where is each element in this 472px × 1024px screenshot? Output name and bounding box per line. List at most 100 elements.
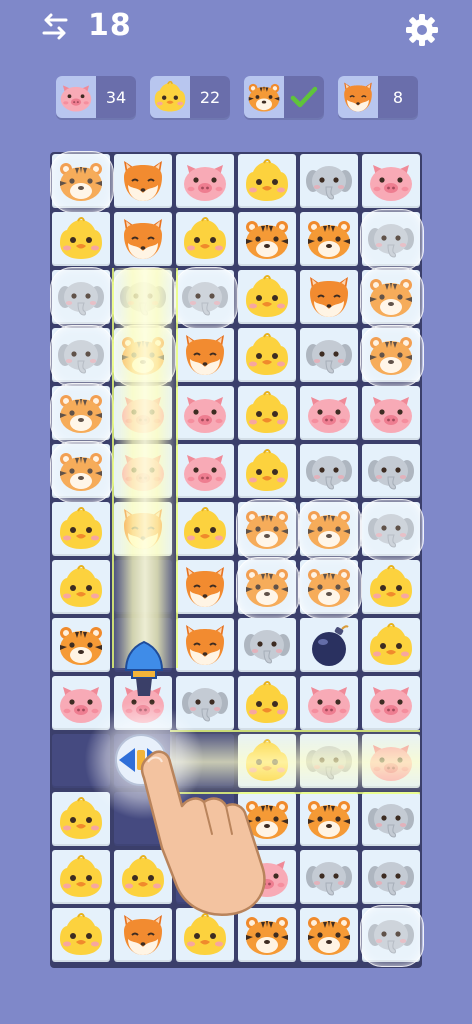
tile-pig[interactable] xyxy=(176,154,234,208)
tiger-icon xyxy=(306,565,352,609)
pig-icon xyxy=(182,391,228,435)
tile-tiger[interactable] xyxy=(360,325,424,387)
tile-chick[interactable] xyxy=(176,502,234,556)
tile-chick[interactable] xyxy=(238,270,296,324)
tile-tiger[interactable] xyxy=(52,618,110,672)
goal-pig: 34 xyxy=(56,76,136,118)
tile-tiger[interactable] xyxy=(300,792,358,846)
tile-fox[interactable] xyxy=(114,154,172,208)
tile-tiger[interactable] xyxy=(360,267,424,329)
tile-tiger[interactable] xyxy=(112,325,176,387)
tile-chick[interactable] xyxy=(52,850,110,904)
chick-icon xyxy=(244,391,290,435)
pig-icon xyxy=(56,76,96,118)
elephant-icon xyxy=(306,159,352,203)
bomb-icon xyxy=(306,623,352,667)
tile-fox[interactable] xyxy=(300,270,358,324)
tile-tiger[interactable] xyxy=(238,212,296,266)
tile-elephant[interactable] xyxy=(174,267,238,329)
tile-chick[interactable] xyxy=(52,212,110,266)
tile-fox[interactable] xyxy=(114,502,172,556)
tile-empty[interactable] xyxy=(114,560,172,614)
elephant-icon xyxy=(120,275,166,319)
goal-done xyxy=(284,76,324,118)
chick-icon xyxy=(368,565,414,609)
tile-tiger[interactable] xyxy=(50,151,114,213)
chick-icon xyxy=(58,797,104,841)
tile-tiger[interactable] xyxy=(298,557,362,619)
chick-icon xyxy=(58,565,104,609)
tile-chick[interactable] xyxy=(238,444,296,498)
pig-icon xyxy=(306,681,352,725)
tile-chick[interactable] xyxy=(238,154,296,208)
tile-pig[interactable] xyxy=(362,734,420,788)
tile-chick[interactable] xyxy=(176,212,234,266)
tile-fox[interactable] xyxy=(176,560,234,614)
tile-tiger[interactable] xyxy=(300,908,358,962)
tile-elephant[interactable] xyxy=(360,209,424,271)
swap-arrows-icon xyxy=(42,13,68,40)
tile-pig[interactable] xyxy=(362,386,420,440)
elephant-icon xyxy=(58,275,104,319)
tile-pig[interactable] xyxy=(176,444,234,498)
tiger-icon xyxy=(244,507,290,551)
tile-elephant[interactable] xyxy=(112,267,176,329)
tile-pig[interactable] xyxy=(362,154,420,208)
tile-elephant[interactable] xyxy=(362,792,420,846)
tile-chick[interactable] xyxy=(238,386,296,440)
tile-pig[interactable] xyxy=(114,444,172,498)
tile-pig[interactable] xyxy=(114,386,172,440)
moves-counter: 18 xyxy=(88,8,132,43)
tile-chick[interactable] xyxy=(52,908,110,962)
tile-tiger[interactable] xyxy=(236,499,300,561)
goals-bar: 34 22 8 xyxy=(0,76,472,120)
elephant-icon xyxy=(306,333,352,377)
goal-count: 8 xyxy=(378,76,418,118)
tile-elephant[interactable] xyxy=(300,328,358,382)
elephant-icon xyxy=(244,623,290,667)
tile-tiger[interactable] xyxy=(236,557,300,619)
tiger-icon xyxy=(306,797,352,841)
tile-chick[interactable] xyxy=(52,560,110,614)
tile-elephant[interactable] xyxy=(362,444,420,498)
tile-tiger[interactable] xyxy=(50,441,114,503)
tile-elephant[interactable] xyxy=(300,734,358,788)
tile-elephant[interactable] xyxy=(300,444,358,498)
goal-count: 22 xyxy=(190,76,230,118)
tile-elephant[interactable] xyxy=(360,905,424,967)
tile-tiger[interactable] xyxy=(50,383,114,445)
tile-pig[interactable] xyxy=(300,676,358,730)
tile-tiger[interactable] xyxy=(300,212,358,266)
tile-chick[interactable] xyxy=(52,502,110,556)
fox-icon xyxy=(120,913,166,957)
tile-chick[interactable] xyxy=(362,618,420,672)
elephant-icon xyxy=(306,855,352,899)
tile-elephant[interactable] xyxy=(360,499,424,561)
tile-chick[interactable] xyxy=(362,560,420,614)
tile-pig[interactable] xyxy=(176,386,234,440)
tile-fox[interactable] xyxy=(114,212,172,266)
tile-elephant[interactable] xyxy=(50,267,114,329)
tile-fox[interactable] xyxy=(176,618,234,672)
tiger-icon xyxy=(306,913,352,957)
tile-elephant[interactable] xyxy=(300,850,358,904)
tile-pig[interactable] xyxy=(362,676,420,730)
tile-elephant[interactable] xyxy=(238,618,296,672)
tile-fox[interactable] xyxy=(176,328,234,382)
tile-chick[interactable] xyxy=(238,328,296,382)
tile-bomb[interactable] xyxy=(300,618,358,672)
gear-icon[interactable] xyxy=(405,13,439,47)
tile-chick[interactable] xyxy=(238,676,296,730)
tiger-icon xyxy=(58,623,104,667)
fox-icon xyxy=(120,507,166,551)
tiger-icon xyxy=(244,565,290,609)
elephant-icon xyxy=(368,449,414,493)
pig-icon xyxy=(368,391,414,435)
tiger-icon xyxy=(120,333,166,377)
tile-elephant[interactable] xyxy=(300,154,358,208)
tile-tiger[interactable] xyxy=(298,499,362,561)
chick-icon xyxy=(58,507,104,551)
tile-elephant[interactable] xyxy=(362,850,420,904)
tile-pig[interactable] xyxy=(300,386,358,440)
tile-elephant[interactable] xyxy=(50,325,114,387)
